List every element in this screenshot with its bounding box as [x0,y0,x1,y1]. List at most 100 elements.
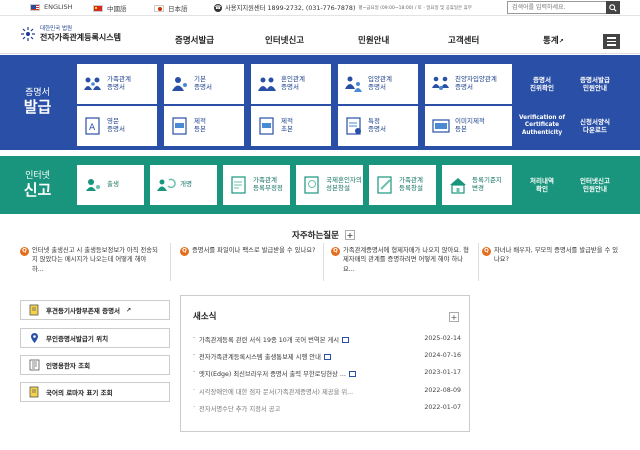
tile-image-register-copy[interactable]: 이미지제적 등본 [425,106,512,146]
news-item[interactable]: 전자서명수단 추가 지정서 공고 2022-01-07 [193,404,461,413]
faq-item[interactable]: Q 자녀나 배우자, 부모의 증명서를 발급받을 수 있나요? [482,246,622,265]
tile-label: 증명서 [368,125,386,133]
tile-domicile-change[interactable]: 등록기준지 변경 [442,165,512,205]
tile-adoption-cert[interactable]: 입양관계 증명서 [338,64,418,104]
faq-question: 증명서를 파일이나 팩스로 발급받을 수 있나요? [192,247,316,254]
logo-title: 전자가족관계등록시스템 [40,33,121,42]
tile-label: 등본 [194,125,206,133]
cert-section-title: 증명서 발급 [0,55,75,150]
form-download-link[interactable]: 신청서양식 다운로드 [570,106,620,146]
tile-family-relation-cert[interactable]: 가족관계 증명서 [77,64,157,104]
logo-subtitle: 대한민국 법원 [40,26,73,32]
tile-surname-creation[interactable]: 국제혼인자의 성본창설 [296,165,363,205]
faq-question: 가족관계증명서에 형제자매가 나오지 않아요. 형제자매의 관계를 증명하려면 … [343,247,469,273]
quick-link-label: 무인증명서발급기 위치 [46,335,109,343]
name-change-icon [157,178,176,191]
news-item[interactable]: 엣지(Edge) 최신브라우저 증명서 출력 무한로딩현상 ... 2023-01… [193,369,461,378]
tile-register-correction[interactable]: 가족관계 등록부정정 [223,165,290,205]
quick-link-romanization-lookup[interactable]: 국어의 로마자 표기 조회 [20,382,170,402]
news-item[interactable]: 시각장애인에 대한 점자 문서(가족관계증명서) 제공을 위... 2022-08… [193,387,461,396]
report-guide-link[interactable]: 인터넷신고 민원안내 [570,165,620,205]
language-english-link[interactable]: ENGLISH [30,3,73,11]
cert-verification-link[interactable]: 증명서 진위확인 [518,64,566,104]
quick-link-label: 국어의 로마자 표기 조회 [46,389,113,397]
side-label: 처리내역 [530,176,554,185]
tile-label: 성본창설 [326,184,350,192]
search-icon [609,3,617,12]
pen-document-icon [377,176,392,194]
register-copy-icon [172,117,187,135]
language-japanese-link[interactable]: 日本語 [154,3,188,13]
tile-label: 등본 [455,125,467,133]
tile-full-adoption-cert[interactable]: 친양자입양관계 증명서 [425,64,512,104]
faq-question: 자녀나 배우자, 부모의 증명서를 발급받을 수 있나요? [494,247,619,264]
certificate-authenticity-link[interactable]: Verification of Certificate Authenticity [516,106,568,146]
tile-label: 증명서 [194,83,212,91]
helpdesk-hours: 평~금요일 (09:00~18:00) / 토 · 일요일 및 공휴일은 휴무 [358,5,472,11]
specific-document-icon [346,117,361,135]
news-item-title: 가족관계등록 관련 서식 19종 10개 국어 번역본 게시 [199,337,340,344]
svg-text:A: A [89,123,96,133]
faq-item[interactable]: Q 증명서를 파일이나 팩스로 발급받을 수 있나요? [180,246,320,256]
news-item[interactable]: 가족관계등록 관련 서식 19종 10개 국어 번역본 게시 2025-02-14 [193,335,461,344]
site-logo[interactable]: 대한민국 법원 전자가족관계등록시스템 [20,24,121,43]
news-item-date: 2025-02-14 [424,335,461,342]
question-icon: Q [482,247,491,256]
tile-label: 등록부정정 [253,184,283,192]
tile-specific-cert[interactable]: 특정 증명서 [338,106,418,146]
english-document-icon: A [85,117,100,135]
faq-item[interactable]: Q 가족관계증명서에 형제자매가 나오지 않아요. 형제자매의 관계를 증명하려면… [331,246,471,274]
quick-link-label: 인명용한자 조회 [46,362,91,370]
news-more-button[interactable]: + [449,312,459,322]
document-icon [29,386,39,398]
tile-removed-register-abstract[interactable]: 제적 초본 [251,106,331,146]
person-icon [172,77,187,91]
news-item[interactable]: 전자가족관계등록시스템 출생통보제 시행 안내 2024-07-16 [193,352,461,361]
quick-link-kiosk-location[interactable]: 무인증명서발급기 위치 [20,328,170,348]
news-item-date: 2022-08-09 [424,387,461,394]
divider [170,243,171,281]
tile-marriage-cert[interactable]: 혼인관계 증명서 [251,64,331,104]
nav-internet-report[interactable]: 인터넷신고 [265,34,304,46]
news-item-date: 2024-07-16 [424,352,461,359]
court-emblem-icon [21,26,35,41]
phone-icon: ☎ [214,3,222,12]
tile-label: 증명서 [107,83,125,91]
tile-removed-register-copy[interactable]: 제적 등본 [164,106,244,146]
search-button[interactable] [606,1,620,14]
tile-name-change[interactable]: 개명 [150,165,217,205]
new-badge-icon [342,337,350,343]
cert-title-big: 발급 [23,98,52,117]
language-chinese-link[interactable]: 中國語 [93,3,127,13]
nav-statistics[interactable]: 통계↗ [543,34,564,46]
tile-birth-report[interactable]: 출생 [77,165,144,205]
document-icon [29,304,39,316]
quick-link-guardianship-cert[interactable]: 후견등기사항부존재 증명서 ↗ [20,300,170,320]
tile-basic-cert[interactable]: 기본 증명서 [164,64,244,104]
quick-link-hanja-lookup[interactable]: 인명용한자 조회 [20,355,170,375]
house-icon [450,178,466,194]
china-flag-icon [93,4,103,12]
faq-item[interactable]: Q 인터넷 출생신고 시 출생등보정보가 아직 전송되지 않았다는 메시지가 나오… [20,246,160,274]
certificate-issue-section: 증명서 발급 가족관계 증명서 기본 증명서 혼인관계 증명서 입양관계 증명서 친양자… [0,55,640,150]
search-input[interactable] [507,1,619,14]
report-history-link[interactable]: 처리내역 확인 [518,165,566,205]
family-icon [84,77,101,90]
helpdesk-number: 사용지지원센터 1899-2732, (031-776-7878) [225,5,356,12]
side-label: 신청서양식 [580,117,610,126]
news-title: 새소식 [193,312,217,322]
tile-register-creation[interactable]: 가족관계 등록창설 [369,165,436,205]
cert-issue-guide-link[interactable]: 증명서발급 민원안내 [570,64,620,104]
hamburger-menu-button[interactable] [603,34,620,49]
nav-customer-center[interactable]: 고객센터 [448,34,479,46]
nav-cert-issue[interactable]: 증명서발급 [175,34,214,46]
us-flag-icon [30,3,40,11]
correction-document-icon [231,176,246,194]
news-item-date: 2022-01-07 [424,404,461,411]
external-link-icon: ↗ [558,38,564,45]
faq-more-button[interactable]: + [344,230,355,240]
nav-civil-guide[interactable]: 민원안내 [358,34,389,46]
news-item-title: 엣지(Edge) 최신브라우저 증명서 출력 무한로딩현상 ... [199,371,346,378]
image-document-icon [432,119,450,133]
tile-english-cert[interactable]: A 영문 증명서 [77,106,157,146]
